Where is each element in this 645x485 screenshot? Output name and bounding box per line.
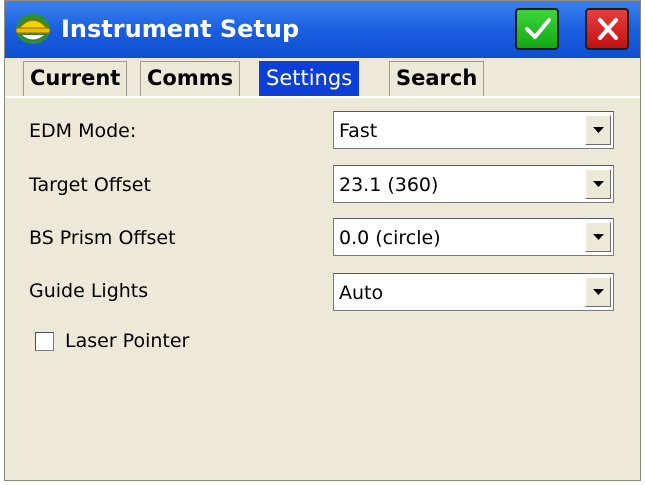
- tab-comms[interactable]: Comms: [140, 61, 241, 97]
- bs-prism-offset-select[interactable]: 0.0 (circle): [333, 218, 614, 256]
- guide-lights-select[interactable]: Auto: [333, 273, 614, 311]
- cancel-button[interactable]: [585, 8, 629, 50]
- tab-settings[interactable]: Settings: [259, 61, 360, 97]
- target-offset-label: Target Offset: [29, 174, 151, 196]
- target-offset-value: 23.1 (360): [339, 174, 439, 196]
- ok-button[interactable]: [515, 8, 559, 50]
- edm-mode-label: EDM Mode:: [29, 120, 137, 142]
- guide-lights-label: Guide Lights: [29, 280, 149, 302]
- edm-mode-select[interactable]: Fast: [333, 111, 614, 149]
- dropdown-arrow-icon[interactable]: [585, 115, 611, 145]
- laser-pointer-checkbox[interactable]: [35, 332, 54, 351]
- title-bar: Instrument Setup: [5, 1, 640, 58]
- guide-lights-value: Auto: [339, 282, 384, 304]
- bs-prism-offset-value: 0.0 (circle): [339, 227, 441, 249]
- dropdown-arrow-icon[interactable]: [585, 169, 611, 199]
- dropdown-arrow-icon[interactable]: [585, 222, 611, 252]
- instrument-setup-window: Instrument Setup Current Comms Settings …: [4, 0, 641, 481]
- window-title: Instrument Setup: [61, 15, 300, 43]
- tab-current[interactable]: Current: [23, 61, 128, 97]
- bs-prism-offset-label: BS Prism Offset: [29, 227, 176, 249]
- checkmark-icon: [525, 18, 551, 39]
- surveyor-helmet-icon: [15, 14, 51, 44]
- edm-mode-value: Fast: [339, 120, 378, 142]
- tab-search[interactable]: Search: [389, 61, 485, 97]
- dropdown-arrow-icon[interactable]: [585, 277, 611, 307]
- laser-pointer-label[interactable]: Laser Pointer: [65, 329, 189, 353]
- close-icon: [598, 18, 618, 40]
- target-offset-select[interactable]: 23.1 (360): [333, 165, 614, 203]
- tab-divider: [5, 96, 640, 98]
